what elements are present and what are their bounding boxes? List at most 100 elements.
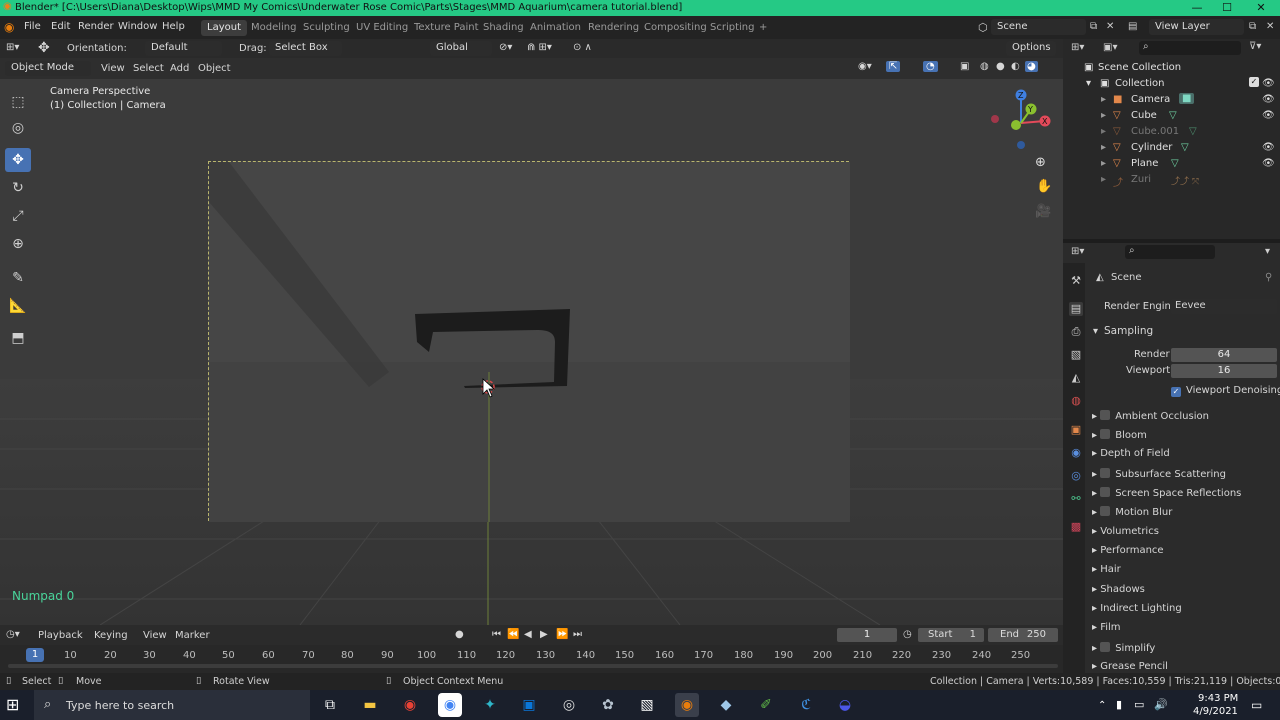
panel-performance[interactable]: ▸ Performance xyxy=(1092,545,1164,556)
tab-layout[interactable]: Layout xyxy=(201,20,247,36)
minimize-button[interactable]: — xyxy=(1182,1,1212,14)
render-tab-icon[interactable]: ▤ xyxy=(1069,302,1083,316)
camera-view-icon[interactable]: 🎥 xyxy=(1035,204,1051,219)
outliner-editor-icon[interactable]: ⊞▾ xyxy=(1071,42,1084,53)
taskbar-search-box[interactable]: ⌕ Type here to search xyxy=(34,690,310,720)
outliner-item-plane[interactable]: Plane xyxy=(1131,158,1158,169)
app-blue-icon[interactable]: ◒ xyxy=(833,693,857,717)
camera-expand-icon[interactable]: ▸ xyxy=(1101,94,1106,105)
xray-icon[interactable]: ▣ xyxy=(960,61,969,72)
panel-indirect-lighting[interactable]: ▸ Indirect Lighting xyxy=(1092,603,1182,614)
annotate-tool-icon[interactable]: ✎ xyxy=(5,266,31,290)
zoom-icon[interactable]: ⊕ xyxy=(1035,155,1046,170)
cube001-expand-icon[interactable]: ▸ xyxy=(1101,126,1106,137)
chrome-icon[interactable]: ◉ xyxy=(398,693,422,717)
viewport-menu-view[interactable]: View xyxy=(101,63,125,74)
constraints-tab-icon[interactable]: ⚯ xyxy=(1069,492,1083,506)
tray-usb-icon[interactable]: ▮ xyxy=(1116,698,1122,711)
orientation-dropdown[interactable]: Default xyxy=(145,41,222,56)
view-layer-tab-icon[interactable]: ▧ xyxy=(1069,348,1083,362)
filter-icon[interactable]: ⊽▾ xyxy=(1249,41,1261,52)
viewport-menu-select[interactable]: Select xyxy=(133,63,164,74)
object-tab-icon[interactable]: ▣ xyxy=(1069,423,1083,437)
tab-rendering[interactable]: Rendering xyxy=(582,20,645,36)
drag-dropdown[interactable]: Select Box xyxy=(269,41,342,56)
rotate-tool-icon[interactable]: ↻ xyxy=(5,176,31,200)
pin-icon[interactable]: ⚲ xyxy=(1265,272,1272,283)
world-tab-icon[interactable]: ◍ xyxy=(1069,394,1083,408)
delete-scene-icon[interactable]: ✕ xyxy=(1106,21,1114,32)
visibility-icon[interactable]: ◉▾ xyxy=(858,61,872,72)
close-button[interactable]: ✕ xyxy=(1246,1,1276,14)
snap-icon[interactable]: ⋒ ⊞▾ xyxy=(527,42,552,53)
cylinder-eye-icon[interactable]: 👁 xyxy=(1262,142,1275,153)
cube-eye-icon[interactable]: 👁 xyxy=(1262,110,1275,121)
timeline-menu-view[interactable]: View xyxy=(143,630,167,641)
proportional-edit-icon[interactable]: ⊙ ∧ xyxy=(573,42,592,53)
panel-simplify[interactable]: ▸ Simplify xyxy=(1092,642,1155,654)
select-tool-icon[interactable]: ⬚ xyxy=(5,90,31,114)
panel-film[interactable]: ▸ Film xyxy=(1092,622,1121,633)
volume-icon[interactable]: 🔊 xyxy=(1154,698,1168,711)
add-workspace-button[interactable]: + xyxy=(753,20,773,36)
outliner-collection[interactable]: Collection xyxy=(1115,78,1164,89)
view-layer-selector[interactable]: View Layer xyxy=(1149,19,1244,35)
timeline-menu-keying[interactable]: Keying xyxy=(94,630,128,641)
app-icon[interactable]: ✦ xyxy=(478,693,502,717)
panel-shadows[interactable]: ▸ Shadows xyxy=(1092,584,1145,595)
outliner-item-cube001[interactable]: Cube.001 xyxy=(1131,126,1179,137)
output-tab-icon[interactable]: ⎙ xyxy=(1069,325,1083,339)
outliner-search-input[interactable] xyxy=(1139,41,1241,55)
notification-icon[interactable]: ▭ xyxy=(1251,698,1262,712)
timeline-editor-icon[interactable]: ◷▾ xyxy=(6,629,20,640)
material-shading-icon[interactable]: ◐ xyxy=(1011,61,1020,72)
jump-start-icon[interactable]: ⏮ xyxy=(492,629,501,640)
file-explorer-icon[interactable]: ▬ xyxy=(358,693,382,717)
outliner-item-camera[interactable]: Camera xyxy=(1131,94,1170,105)
move-tool-button[interactable]: ✥ xyxy=(5,148,31,172)
new-scene-icon[interactable]: ⧉ xyxy=(1090,21,1097,32)
tab-uv-editing[interactable]: UV Editing xyxy=(350,20,414,36)
timeline-scrollbar[interactable] xyxy=(8,664,1058,668)
menu-help[interactable]: Help xyxy=(162,21,185,32)
sampling-panel-header[interactable]: Sampling xyxy=(1104,325,1153,337)
texture-tab-icon[interactable]: ▩ xyxy=(1069,520,1083,534)
tab-compositing[interactable]: Compositing xyxy=(638,20,713,36)
tray-chevron-icon[interactable]: ⌃ xyxy=(1098,700,1106,711)
scale-tool-icon[interactable]: ⤢ xyxy=(5,204,31,228)
jump-end-icon[interactable]: ⏭ xyxy=(573,629,582,640)
menu-file[interactable]: File xyxy=(24,21,41,32)
viewport-samples-field[interactable]: 16 xyxy=(1171,364,1277,378)
tab-scripting[interactable]: Scripting xyxy=(704,20,760,36)
transform-tool-icon[interactable]: ⊕ xyxy=(5,232,31,256)
options-dropdown[interactable]: Options xyxy=(1006,41,1056,56)
end-frame-field[interactable]: End 250 xyxy=(988,628,1058,642)
maximize-button[interactable]: ☐ xyxy=(1212,1,1242,14)
camera-eye-icon[interactable]: 👁 xyxy=(1262,94,1275,105)
mode-dropdown[interactable]: Object Mode xyxy=(5,61,91,76)
notes-icon[interactable]: ◆ xyxy=(714,693,738,717)
record-icon[interactable]: ● xyxy=(455,629,464,640)
viewport-menu-add[interactable]: Add xyxy=(170,63,189,74)
outliner-item-cylinder[interactable]: Cylinder xyxy=(1131,142,1172,153)
navigation-gizmo[interactable]: Z Y X xyxy=(985,85,1057,153)
timeline-menu-marker[interactable]: Marker xyxy=(175,630,210,641)
photos-icon[interactable]: ▧ xyxy=(635,693,659,717)
viewport-denoising-toggle[interactable]: ✓ Viewport Denoising xyxy=(1171,385,1280,397)
physics-tab-icon[interactable]: ◎ xyxy=(1069,469,1083,483)
timeline-menu-playback[interactable]: Playback xyxy=(38,630,83,641)
delete-view-layer-icon[interactable]: ✕ xyxy=(1266,21,1274,32)
playhead[interactable]: 1 xyxy=(26,648,44,662)
preview-range-icon[interactable]: ◷ xyxy=(903,629,912,640)
blender-taskbar-icon[interactable]: ◉ xyxy=(675,693,699,717)
current-frame-field[interactable]: 1 xyxy=(837,628,897,642)
render-engine-dropdown[interactable]: Eevee xyxy=(1171,299,1277,314)
outliner-item-zuri[interactable]: Zuri xyxy=(1131,174,1151,185)
scene-selector[interactable]: Scene xyxy=(991,19,1086,35)
cube-expand-icon[interactable]: ▸ xyxy=(1101,110,1106,121)
pivot-icon[interactable]: ⊘▾ xyxy=(499,42,512,53)
scene-tab-icon[interactable]: ◭ xyxy=(1069,371,1083,385)
tab-texture-paint[interactable]: Texture Paint xyxy=(408,20,485,36)
editor-type-icon[interactable]: ⊞▾ xyxy=(6,42,19,53)
play-reverse-icon[interactable]: ◀ xyxy=(524,629,532,640)
